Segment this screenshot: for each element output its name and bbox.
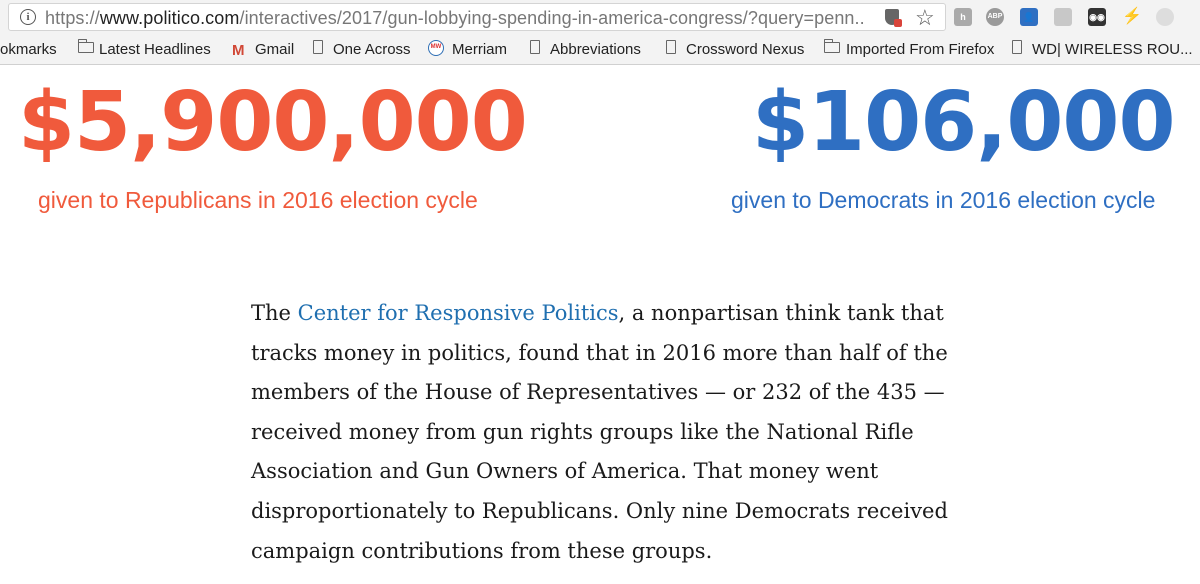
address-bar[interactable]: i https://www.politico.com/interactives/… xyxy=(8,3,946,31)
wand-icon[interactable]: ⚡ xyxy=(1122,8,1142,26)
democrats-caption: given to Democrats in 2016 election cycl… xyxy=(731,187,1156,213)
shield-extension-icon[interactable] xyxy=(1156,8,1174,26)
democrats-amount: $106,000 xyxy=(752,75,1176,170)
republicans-caption: given to Republicans in 2016 election cy… xyxy=(38,187,478,213)
text-segment: The xyxy=(251,301,298,325)
bookmarks-bar: okmarks Latest Headlines M Gmail One Acr… xyxy=(0,34,1200,65)
republicans-amount: $5,900,000 xyxy=(18,75,528,170)
bookmark-abbreviations[interactable]: Abbreviations xyxy=(550,41,641,58)
url-domain: www.politico.com xyxy=(99,8,240,28)
article-line: Association and Gun Owners of America. T… xyxy=(251,459,879,484)
article-line: received money from gun rights groups li… xyxy=(251,419,914,444)
folder-icon xyxy=(823,39,840,53)
article-line: tracks money in politics, found that in … xyxy=(251,340,948,365)
article-line: The Center for Responsive Politics, a no… xyxy=(251,294,971,334)
bookmark-one-across[interactable]: One Across xyxy=(333,41,411,58)
contacts-icon[interactable]: 👤 xyxy=(1020,8,1038,26)
url-path: /interactives/2017/gun-lobbying-spending… xyxy=(239,8,865,28)
bookmark-wireless-router[interactable]: WD| WIRELESS ROU... xyxy=(1032,41,1193,58)
page-icon xyxy=(313,40,323,54)
page-icon xyxy=(666,40,676,54)
gmail-icon: M xyxy=(232,42,245,59)
h-icon[interactable]: h xyxy=(954,8,972,26)
glasses-icon[interactable]: ◉◉ xyxy=(1088,8,1106,26)
page-icon xyxy=(530,40,540,54)
bookmark-merriam[interactable]: Merriam xyxy=(452,41,507,58)
info-icon[interactable]: i xyxy=(20,9,36,25)
text-segment: , a nonpartisan think tank that xyxy=(618,301,944,325)
merriam-webster-icon: MW xyxy=(428,40,444,56)
article-line: disproportionately to Republicans. Only … xyxy=(251,498,948,523)
url-prefix: https:// xyxy=(45,8,100,28)
browser-toolbar: i https://www.politico.com/interactives/… xyxy=(0,0,1200,34)
folder-icon xyxy=(77,39,94,53)
center-for-responsive-politics-link[interactable]: Center for Responsive Politics xyxy=(298,301,619,325)
blocked-content-icon[interactable] xyxy=(885,9,902,27)
camera-icon[interactable] xyxy=(1054,8,1072,26)
bookmark-star-icon[interactable]: ☆ xyxy=(915,5,935,31)
article-line: campaign contributions from these groups… xyxy=(251,538,713,563)
page-icon xyxy=(1012,40,1022,54)
bookmark-latest-headlines[interactable]: Latest Headlines xyxy=(99,41,211,58)
bookmark-gmail[interactable]: Gmail xyxy=(255,41,294,58)
abp-icon[interactable]: ABP xyxy=(986,8,1004,26)
bookmark-crossword-nexus[interactable]: Crossword Nexus xyxy=(686,41,804,58)
article-paragraph: The Center for Responsive Politics, a no… xyxy=(251,294,971,571)
bookmark-item-partial[interactable]: okmarks xyxy=(0,41,57,58)
url-text[interactable]: https://www.politico.com/interactives/20… xyxy=(45,8,865,29)
bookmark-imported-from-firefox[interactable]: Imported From Firefox xyxy=(846,41,996,58)
article-line: members of the House of Representatives … xyxy=(251,380,945,405)
